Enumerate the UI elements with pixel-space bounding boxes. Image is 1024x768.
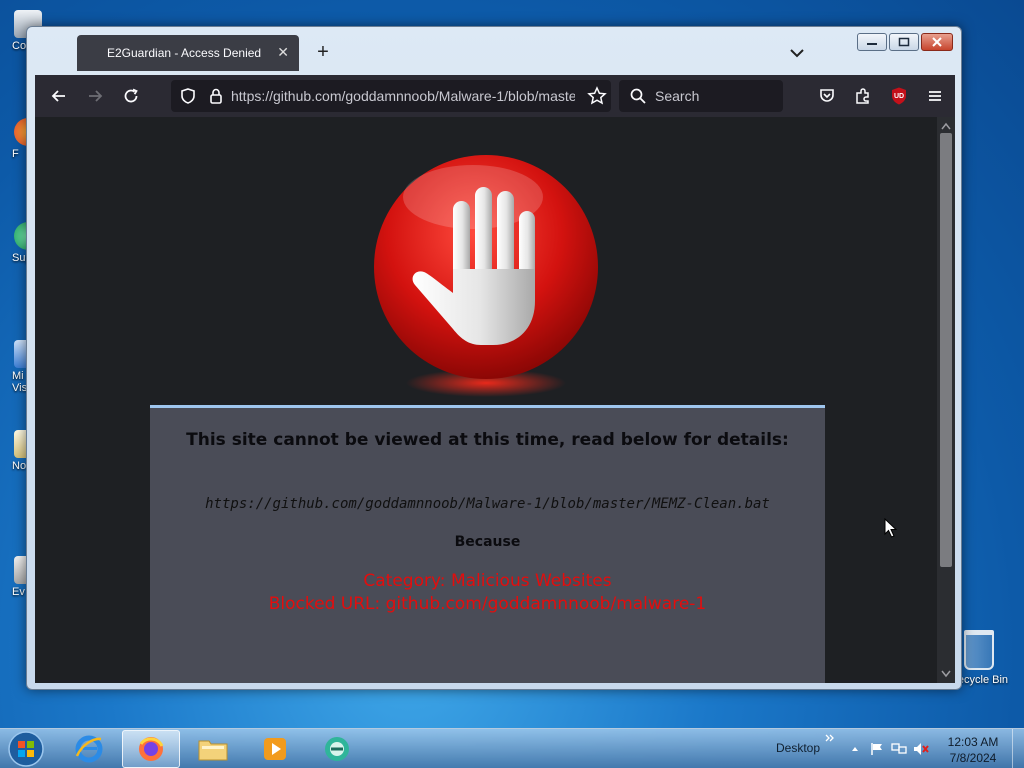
tray-volume[interactable] [912,740,930,758]
search-placeholder: Search [655,88,700,104]
taskbar-app[interactable] [308,730,366,768]
extensions-button[interactable] [847,80,879,112]
arrow-right-icon [89,90,103,102]
reload-icon [124,88,138,103]
taskbar: Desktop 12:03 AM 7/8/2024 [0,728,1024,768]
flag-icon [871,743,882,755]
navigation-toolbar: https://github.com/goddamnnoob/Malware-1… [35,75,955,117]
minimize-icon [867,43,877,45]
close-window-button[interactable] [921,33,953,51]
window-controls [855,33,953,51]
tray-network[interactable] [890,740,908,758]
category-text: Category: Malicious Websites [363,571,612,591]
scrollbar-thumb[interactable] [940,133,952,567]
tab-title: E2Guardian - Access Denied [107,46,262,60]
reload-button[interactable] [115,80,147,112]
chevron-up-icon [852,747,858,751]
media-player-icon [264,738,286,760]
taskbar-media-player[interactable] [246,730,304,768]
volume-muted-icon [914,743,929,755]
search-icon [630,88,646,104]
minimize-button[interactable] [857,33,887,51]
ublock-badge: UD [893,92,905,100]
browser-window: E2Guardian - Access Denied ✕ + https://g… [26,26,962,690]
list-all-tabs-button[interactable] [787,43,807,63]
pocket-button[interactable] [811,80,843,112]
denied-panel: This site cannot be viewed at this time,… [150,405,825,683]
taskbar-clock[interactable]: 12:03 AM 7/8/2024 [940,734,1006,766]
restore-icon [898,37,910,47]
recycle-bin-icon [964,630,994,670]
scroll-up-icon[interactable] [937,119,955,133]
block-reason: Category: Malicious Websites Blocked URL… [150,570,825,616]
search-bar[interactable]: Search [619,80,783,112]
taskbar-internet-explorer[interactable] [60,730,118,768]
arrow-left-icon [51,90,65,102]
blocked-url-text: https://github.com/goddamnnoob/Malware-1… [205,496,770,512]
tab-strip: E2Guardian - Access Denied ✕ + [35,33,955,75]
pocket-icon [820,89,834,102]
denied-headline: This site cannot be viewed at this time,… [186,430,789,450]
clock-time: 12:03 AM [947,735,999,749]
because-label: Because [454,534,521,550]
folder-icon [198,740,228,761]
back-button[interactable] [43,80,75,112]
mouse-cursor-icon [884,518,898,538]
puzzle-icon [856,88,869,104]
tray-expand-button[interactable] [846,740,864,758]
start-button[interactable] [6,730,46,768]
tray-action-center[interactable] [868,740,886,758]
stop-hand-icon [374,155,598,397]
internet-explorer-icon [75,735,103,763]
restore-button[interactable] [889,33,919,51]
toolbar-buttons: UD [811,80,955,112]
desktop-toolbar-label[interactable]: Desktop [776,741,820,755]
page-content: This site cannot be viewed at this time,… [35,117,955,683]
menu-button[interactable] [919,80,951,112]
vertical-scrollbar[interactable] [937,117,955,683]
tab-close-icon[interactable]: ✕ [277,44,289,61]
forward-button[interactable] [79,80,111,112]
close-icon [932,37,942,47]
taskbar-file-explorer[interactable] [184,730,242,768]
clock-date: 7/8/2024 [949,751,997,765]
ublock-button[interactable]: UD [883,80,915,112]
hamburger-menu-icon [929,91,941,101]
shield-icon[interactable] [179,87,197,105]
star-bookmark-icon[interactable] [587,86,607,106]
tab-access-denied[interactable]: E2Guardian - Access Denied ✕ [77,35,299,71]
network-icon [891,743,907,754]
blocked-rule-text: Blocked URL: github.com/goddamnnoob/malw… [268,594,707,614]
firefox-icon [139,737,164,761]
new-tab-button[interactable]: + [311,41,335,65]
chevron-down-icon [790,49,804,58]
lock-icon[interactable] [207,87,225,105]
chevron-double-right-icon[interactable] [825,733,835,743]
show-desktop-button[interactable] [1012,729,1024,768]
url-text[interactable]: https://github.com/goddamnnoob/Malware-1… [231,88,575,104]
taskbar-firefox[interactable] [122,730,180,768]
windows-start-icon [8,731,44,767]
address-bar[interactable]: https://github.com/goddamnnoob/Malware-1… [171,80,611,112]
scroll-down-icon[interactable] [937,667,955,681]
app-circle-icon [325,737,349,761]
system-tray [846,740,934,758]
